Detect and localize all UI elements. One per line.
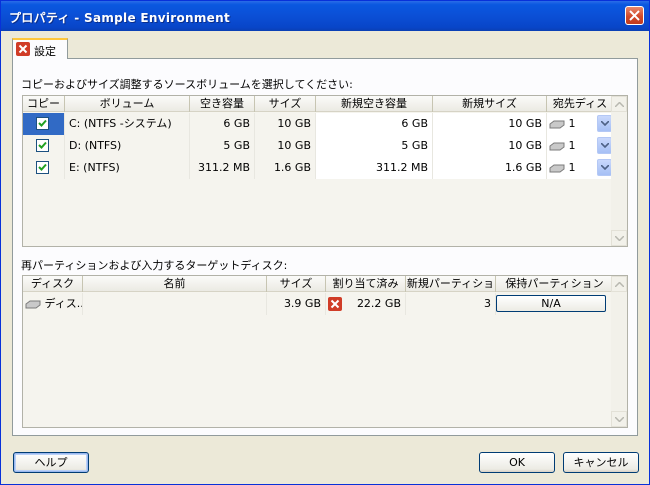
- ok-button[interactable]: OK: [479, 452, 555, 473]
- target-size-cell: 3.9 GB: [267, 293, 326, 315]
- table-row[interactable]: E: (NTFS) 311.2 MB 1.6 GB 311.2 MB 1.6 G…: [23, 157, 613, 179]
- scroll-down-button[interactable]: [611, 230, 627, 246]
- settings-error-icon: [16, 42, 30, 56]
- source-grid-scrollbar[interactable]: [611, 96, 627, 246]
- check-icon: [38, 119, 47, 127]
- scroll-up-button[interactable]: [611, 96, 627, 112]
- tab-settings-label: 設定: [34, 45, 56, 58]
- col-free[interactable]: 空き容量: [190, 96, 255, 112]
- col-disk[interactable]: ディスク: [23, 276, 83, 292]
- size-cell: 10 GB: [255, 135, 316, 157]
- col-keep-partition[interactable]: 保持パーティション: [496, 276, 613, 292]
- source-grid-header: コピー ボリューム 空き容量 サイズ 新規空き容量 新規サイズ 宛先ディス: [23, 96, 627, 112]
- free-cell: 311.2 MB: [190, 157, 255, 179]
- dest-disk-combo[interactable]: 1: [547, 135, 613, 157]
- col-new-free[interactable]: 新規空き容量: [316, 96, 433, 112]
- help-button[interactable]: ヘルプ: [13, 452, 89, 473]
- volume-cell: D: (NTFS): [65, 135, 190, 157]
- new-free-input[interactable]: 311.2 MB: [316, 157, 433, 179]
- dest-disk-dropdown-button[interactable]: [597, 137, 612, 154]
- col-new-partition[interactable]: 新規パーティショ: [406, 276, 496, 292]
- dest-disk-value: 1: [568, 139, 576, 152]
- target-grid-scrollbar[interactable]: [611, 276, 627, 427]
- close-button[interactable]: [625, 6, 644, 25]
- new-size-input[interactable]: 1.6 GB: [433, 157, 547, 179]
- col-new-size[interactable]: 新規サイズ: [433, 96, 547, 112]
- col-volume[interactable]: ボリューム: [65, 96, 190, 112]
- size-cell: 1.6 GB: [255, 157, 316, 179]
- col-name[interactable]: 名前: [83, 276, 267, 292]
- target-disk-grid[interactable]: ディスク 名前 サイズ 割り当て済み 新規パーティショ 保持パーティション ディ…: [22, 275, 628, 428]
- chevron-down-icon: [601, 143, 609, 148]
- dest-disk-value: 1: [568, 117, 576, 130]
- scroll-up-button[interactable]: [611, 276, 627, 292]
- dest-disk-combo[interactable]: 1: [547, 113, 613, 135]
- disk-icon: [549, 142, 565, 151]
- dest-disk-dropdown-button[interactable]: [597, 159, 612, 176]
- copy-cell: [23, 113, 65, 135]
- copy-cell: [23, 135, 65, 157]
- new-free-input[interactable]: 6 GB: [316, 113, 433, 135]
- chevron-down-icon: [601, 121, 609, 126]
- error-icon: [328, 297, 342, 311]
- disk-cell: ディス...: [23, 293, 83, 315]
- disk-icon: [549, 120, 565, 129]
- col-size[interactable]: サイズ: [255, 96, 316, 112]
- copy-checkbox[interactable]: [36, 117, 49, 130]
- col-target-size[interactable]: サイズ: [267, 276, 326, 292]
- chevron-up-icon: [615, 282, 624, 287]
- new-size-input[interactable]: 10 GB: [433, 135, 547, 157]
- copy-checkbox[interactable]: [36, 161, 49, 174]
- dest-disk-dropdown-button[interactable]: [597, 115, 612, 132]
- scroll-down-button[interactable]: [611, 411, 627, 427]
- disk-icon: [549, 164, 565, 173]
- dest-disk-combo[interactable]: 1: [547, 157, 613, 179]
- size-cell: 10 GB: [255, 113, 316, 135]
- chevron-up-icon: [615, 102, 624, 107]
- close-icon: [629, 10, 640, 21]
- allocated-value: 22.2 GB: [356, 297, 401, 310]
- dest-disk-value: 1: [568, 161, 576, 174]
- properties-window: プロパティ - Sample Environment 設定 コピーおよびサイズ調…: [0, 0, 650, 485]
- check-icon: [38, 141, 47, 149]
- name-cell: [83, 293, 267, 315]
- keep-partition-cell: N/A: [496, 293, 613, 315]
- window-title: プロパティ - Sample Environment: [9, 11, 230, 25]
- volume-cell: E: (NTFS): [65, 157, 190, 179]
- allocated-cell: 22.2 GB: [326, 293, 406, 315]
- disk-label: ディス...: [44, 297, 83, 310]
- source-volumes-label: コピーおよびサイズ調整するソースボリュームを選択してください:: [21, 78, 353, 91]
- free-cell: 5 GB: [190, 135, 255, 157]
- copy-checkbox[interactable]: [36, 139, 49, 152]
- cancel-button[interactable]: キャンセル: [563, 452, 639, 473]
- tab-settings[interactable]: 設定: [12, 38, 68, 59]
- disk-icon: [25, 300, 41, 309]
- col-copy[interactable]: コピー: [23, 96, 65, 112]
- new-free-input[interactable]: 5 GB: [316, 135, 433, 157]
- new-size-input[interactable]: 10 GB: [433, 113, 547, 135]
- col-allocated[interactable]: 割り当て済み: [326, 276, 406, 292]
- source-volumes-grid[interactable]: コピー ボリューム 空き容量 サイズ 新規空き容量 新規サイズ 宛先ディス C:…: [22, 95, 628, 247]
- new-partition-cell: 3: [406, 293, 496, 315]
- free-cell: 6 GB: [190, 113, 255, 135]
- keep-partition-button[interactable]: N/A: [496, 295, 606, 312]
- table-row[interactable]: ディス... 3.9 GB 22.2 GB 3 N/A: [23, 293, 613, 315]
- volume-cell: C: (NTFS -システム): [65, 113, 190, 135]
- check-icon: [38, 163, 47, 171]
- title-bar[interactable]: プロパティ - Sample Environment: [1, 1, 649, 31]
- col-dest-disk[interactable]: 宛先ディス: [547, 96, 613, 112]
- chevron-down-icon: [601, 165, 609, 170]
- table-row[interactable]: D: (NTFS) 5 GB 10 GB 5 GB 10 GB 1: [23, 135, 613, 157]
- target-disk-label: 再パーティションおよび入力するターゲットディスク:: [21, 259, 288, 272]
- table-row[interactable]: C: (NTFS -システム) 6 GB 10 GB 6 GB 10 GB 1: [23, 113, 613, 135]
- copy-cell: [23, 157, 65, 179]
- target-grid-header: ディスク 名前 サイズ 割り当て済み 新規パーティショ 保持パーティション: [23, 276, 627, 292]
- chevron-down-icon: [615, 417, 624, 422]
- chevron-down-icon: [615, 236, 624, 241]
